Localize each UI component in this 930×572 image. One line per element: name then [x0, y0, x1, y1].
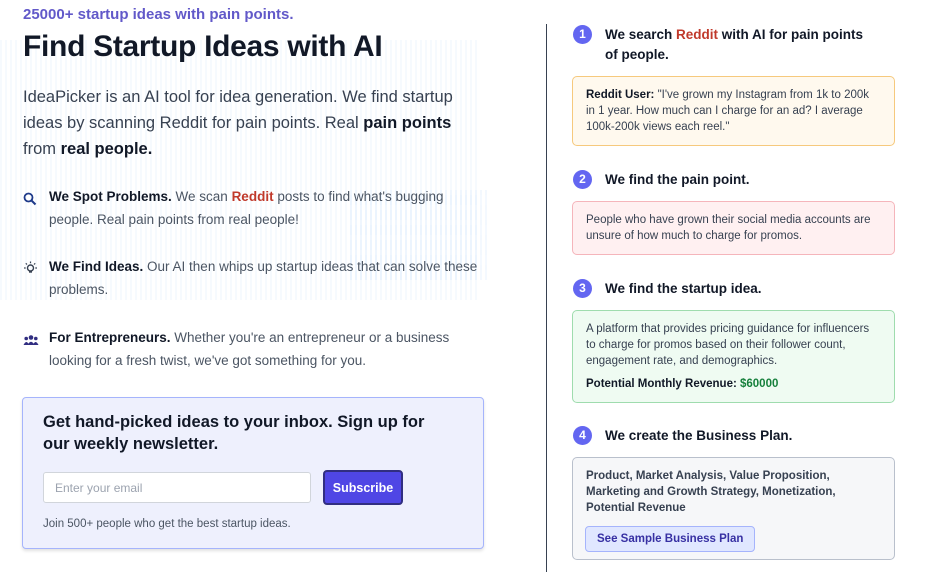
- intro-bold: real people.: [60, 140, 153, 158]
- revenue-label: Potential Monthly Revenue:: [586, 378, 740, 390]
- step-4: 4 We create the Business Plan.: [573, 426, 873, 446]
- page-title: Find Startup Ideas with AI: [23, 30, 383, 63]
- hero-intro: IdeaPicker is an AI tool for idea genera…: [23, 84, 483, 162]
- revenue-value: $60000: [740, 378, 779, 390]
- hero-eyebrow: 25000+ startup ideas with pain points.: [23, 6, 294, 23]
- newsletter-note: Join 500+ people who get the best startu…: [43, 518, 291, 530]
- startup-idea-card: A platform that provides pricing guidanc…: [572, 310, 895, 403]
- newsletter-title: Get hand-picked ideas to your inbox. Sig…: [43, 413, 425, 453]
- step-title-text: We search: [605, 27, 677, 42]
- email-input[interactable]: [43, 472, 311, 503]
- step-3: 3 We find the startup idea.: [573, 279, 873, 299]
- business-plan-card: Product, Market Analysis, Value Proposit…: [572, 457, 895, 560]
- step-number-badge: 4: [573, 426, 592, 445]
- lightbulb-icon: [23, 260, 39, 274]
- step-number-badge: 2: [573, 170, 592, 189]
- reddit-post-card: Reddit User: "I've grown my Instagram fr…: [572, 76, 895, 146]
- pain-point-card: People who have grown their social media…: [572, 201, 895, 255]
- reddit-author: Reddit User:: [586, 89, 655, 101]
- column-divider: [546, 24, 547, 572]
- revenue-line: Potential Monthly Revenue: $60000: [586, 376, 881, 392]
- reddit-highlight: Reddit: [231, 189, 274, 204]
- intro-bold: pain points: [363, 114, 452, 132]
- step-number-badge: 1: [573, 25, 592, 44]
- step-title: We find the startup idea.: [605, 281, 762, 296]
- step-title: We create the Business Plan.: [605, 428, 793, 443]
- reddit-highlight: Reddit: [676, 27, 719, 42]
- feature-title: For Entrepreneurs.: [49, 330, 171, 345]
- step-number-badge: 3: [573, 279, 592, 298]
- step-2: 2 We find the pain point.: [573, 170, 873, 190]
- feature-find-ideas: We Find Ideas. Our AI then whips up star…: [23, 255, 483, 301]
- feature-entrepreneurs: For Entrepreneurs. Whether you're an ent…: [23, 326, 483, 372]
- newsletter-signup: Get hand-picked ideas to your inbox. Sig…: [22, 397, 484, 549]
- idea-text: A platform that provides pricing guidanc…: [586, 323, 870, 367]
- feature-spot-problems: We Spot Problems. We scan Reddit posts t…: [23, 185, 483, 231]
- step-1: 1 We search Reddit with AI for pain poin…: [573, 25, 873, 65]
- intro-text: from: [23, 140, 61, 158]
- step-title: We search Reddit with AI for pain points…: [605, 25, 873, 65]
- step-title: We find the pain point.: [605, 172, 750, 187]
- feature-text: We scan: [171, 189, 232, 204]
- search-icon: [23, 190, 39, 206]
- see-sample-plan-button[interactable]: See Sample Business Plan: [585, 526, 756, 552]
- feature-title: We Find Ideas.: [49, 259, 144, 274]
- subscribe-button[interactable]: Subscribe: [323, 470, 403, 505]
- users-icon: [23, 331, 39, 345]
- feature-title: We Spot Problems.: [49, 189, 172, 204]
- plan-sections: Product, Market Analysis, Value Proposit…: [586, 470, 836, 514]
